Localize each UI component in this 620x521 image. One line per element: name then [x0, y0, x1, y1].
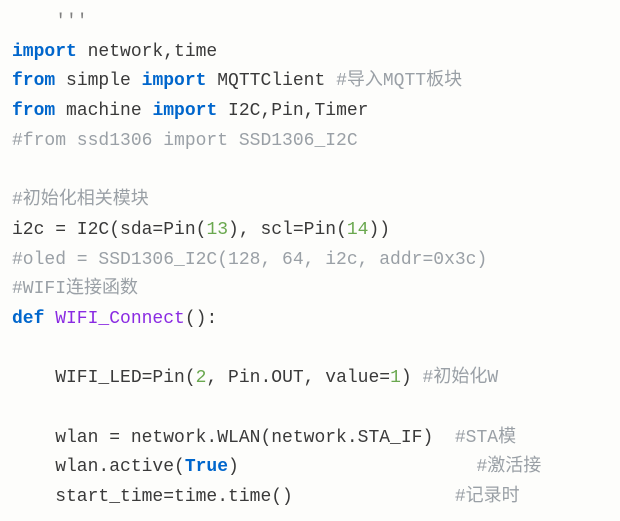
code-text: ), scl=Pin(: [228, 220, 347, 240]
code-text: MQTTClient: [206, 71, 336, 91]
kw-from: from: [12, 71, 55, 91]
comment: #导入MQTT板块: [336, 71, 462, 91]
code-text: )): [368, 220, 390, 240]
func-name: WIFI_Connect: [44, 309, 184, 329]
number: 2: [196, 368, 207, 388]
code-block: ''' import network,time from simple impo…: [12, 8, 608, 513]
code-text: simple: [55, 71, 141, 91]
comment: #from ssd1306 import SSD1306_I2C: [12, 131, 358, 151]
kw-def: def: [12, 309, 44, 329]
literal-true: True: [185, 457, 228, 477]
number: 14: [347, 220, 369, 240]
code-text: wlan.active(: [12, 457, 185, 477]
code-text: I2C,Pin,Timer: [217, 101, 368, 121]
code-text: machine: [55, 101, 152, 121]
comment: #初始化相关模块: [12, 190, 149, 210]
comment: #激活接: [477, 457, 542, 477]
code-text: wlan = network.WLAN(network.STA_IF): [12, 428, 455, 448]
comment: #记录时: [455, 487, 520, 507]
code-text: ): [401, 368, 423, 388]
comment: #oled = SSD1306_I2C(128, 64, i2c, addr=0…: [12, 250, 487, 270]
code-text: ():: [185, 309, 217, 329]
kw-import: import: [152, 101, 217, 121]
number: 13: [206, 220, 228, 240]
code-text: , Pin.OUT, value=: [206, 368, 390, 388]
comment: #初始化W: [423, 368, 499, 388]
comment: #WIFI连接函数: [12, 279, 138, 299]
code-line: ''': [12, 12, 88, 32]
code-text: ): [228, 457, 476, 477]
kw-import: import: [142, 71, 207, 91]
comment: #STA模: [455, 428, 516, 448]
code-text: start_time=time.time(): [12, 487, 455, 507]
kw-from: from: [12, 101, 55, 121]
code-text: network,time: [77, 42, 217, 62]
code-text: i2c = I2C(sda=Pin(: [12, 220, 206, 240]
number: 1: [390, 368, 401, 388]
code-text: WIFI_LED=Pin(: [12, 368, 196, 388]
kw-import: import: [12, 42, 77, 62]
